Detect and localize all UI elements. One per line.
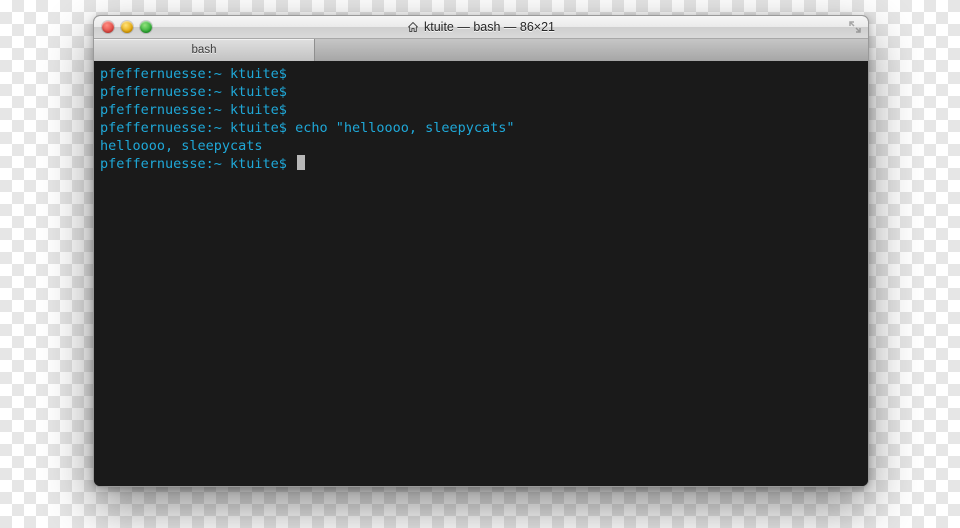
home-icon	[407, 21, 419, 33]
traffic-lights	[94, 21, 152, 33]
titlebar[interactable]: ktuite — bash — 86×21	[94, 16, 868, 39]
zoom-icon[interactable]	[140, 21, 152, 33]
tab-bar: bash	[94, 39, 868, 62]
terminal-line: helloooo, sleepycats	[100, 137, 862, 155]
terminal-line: pfeffernuesse:~ ktuite$	[100, 83, 862, 101]
tab-bash[interactable]: bash	[94, 39, 315, 61]
command-text: echo "helloooo, sleepycats"	[295, 120, 514, 136]
minimize-icon[interactable]	[121, 21, 133, 33]
terminal-body[interactable]: pfeffernuesse:~ ktuite$ pfeffernuesse:~ …	[94, 61, 868, 486]
terminal-window: ktuite — bash — 86×21 bash pfeffernuesse…	[93, 15, 869, 487]
terminal-line: pfeffernuesse:~ ktuite$	[100, 65, 862, 83]
terminal-line: pfeffernuesse:~ ktuite$ echo "helloooo, …	[100, 119, 862, 137]
terminal-line: pfeffernuesse:~ ktuite$	[100, 155, 862, 173]
prompt-text: pfeffernuesse:~ ktuite$	[100, 84, 295, 100]
terminal-line: pfeffernuesse:~ ktuite$	[100, 101, 862, 119]
fullscreen-icon[interactable]	[848, 20, 862, 34]
output-text: helloooo, sleepycats	[100, 138, 263, 154]
window-title: ktuite — bash — 86×21	[94, 20, 868, 34]
close-icon[interactable]	[102, 21, 114, 33]
stage: { "window": { "title": "ktuite — bash — …	[0, 0, 960, 528]
tab-label: bash	[192, 44, 217, 56]
cursor-block	[297, 155, 305, 170]
window-title-text: ktuite — bash — 86×21	[424, 20, 555, 34]
prompt-text: pfeffernuesse:~ ktuite$	[100, 120, 295, 136]
prompt-text: pfeffernuesse:~ ktuite$	[100, 102, 295, 118]
prompt-text: pfeffernuesse:~ ktuite$	[100, 156, 295, 172]
prompt-text: pfeffernuesse:~ ktuite$	[100, 66, 295, 82]
